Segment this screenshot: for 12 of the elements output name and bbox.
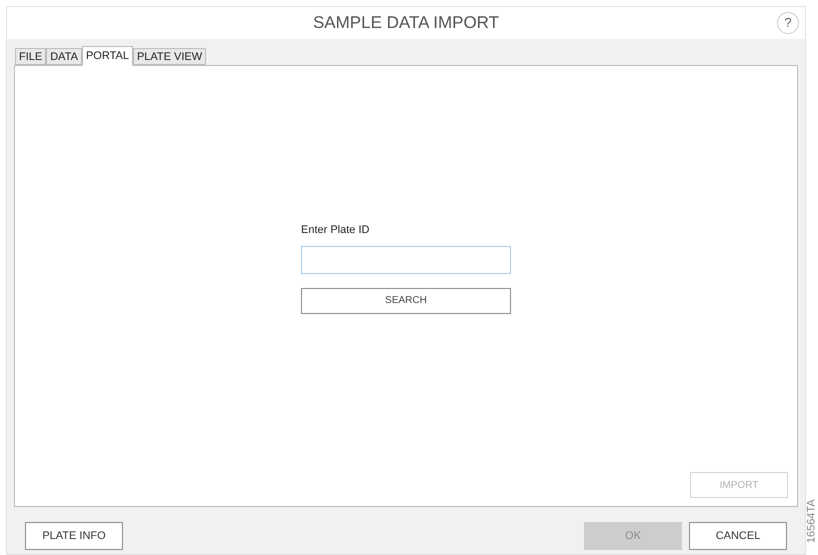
- window-title: SAMPLE DATA IMPORT: [312, 12, 500, 34]
- tab[interactable]: FILE: [15, 48, 46, 65]
- dialog-button[interactable]: CANCEL: [689, 522, 787, 550]
- plate-id-field[interactable]: [301, 246, 511, 274]
- plate-info-button[interactable]: PLATE INFO: [25, 522, 123, 550]
- search-button[interactable]: SEARCH: [301, 288, 511, 314]
- help-button[interactable]: ?: [777, 12, 799, 34]
- tab[interactable]: DATA: [46, 48, 82, 65]
- tab[interactable]: PLATE VIEW: [132, 48, 206, 65]
- field-label: Enter Plate ID: [301, 223, 370, 238]
- tab[interactable]: PORTAL: [82, 46, 133, 66]
- figure-id: 16564TA: [804, 498, 818, 543]
